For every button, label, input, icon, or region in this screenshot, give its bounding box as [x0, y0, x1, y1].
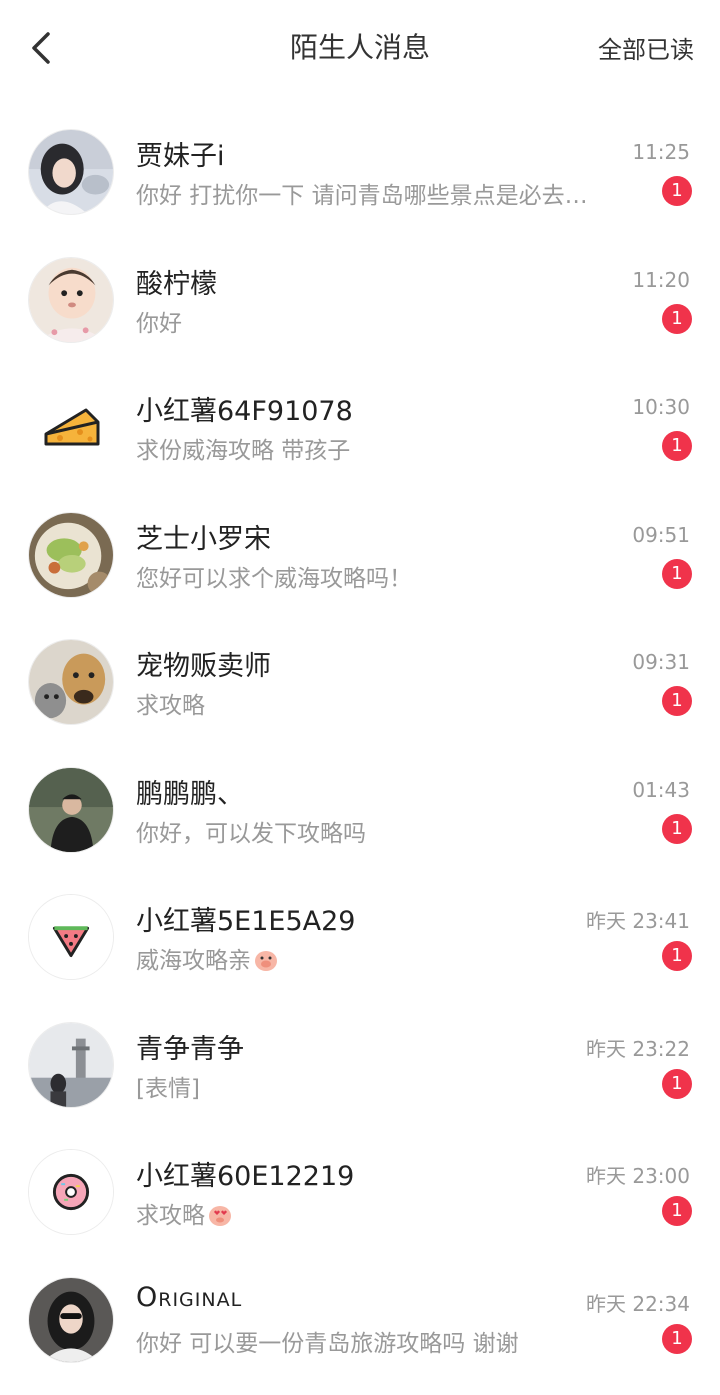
avatar[interactable] [28, 1149, 114, 1235]
message-preview: 你好 [136, 310, 182, 337]
message-row[interactable]: 小红薯64F91078 求份威海攻略 带孩子 10:30 1 [0, 351, 720, 479]
unread-badge: 1 [662, 686, 692, 716]
message-row[interactable]: 小红薯60E12219 求攻略 昨天 23:00 1 [0, 1116, 720, 1244]
top-nav-bar: 陌生人消息 全部已读 [0, 0, 720, 96]
message-time: 01:43 [632, 777, 690, 802]
pig-face-emoji-icon [255, 951, 277, 971]
message-time: 10:30 [632, 395, 690, 419]
message-preview: 您好可以求个威海攻略吗！ [136, 565, 412, 592]
message-preview: 你好 可以要一份青岛旅游攻略吗 谢谢 [136, 1330, 519, 1357]
unread-badge: 1 [662, 1068, 692, 1099]
sender-name: 小红薯60E12219 [136, 1161, 355, 1192]
avatar[interactable] [28, 1276, 114, 1363]
message-preview: [表情] [136, 1075, 200, 1102]
unread-badge: 1 [662, 1196, 692, 1226]
message-time: 09:31 [632, 650, 690, 674]
message-time: 昨天 23:00 [586, 1164, 690, 1188]
unread-badge: 1 [662, 431, 692, 461]
sender-name: 鹏鹏鹏、 [136, 778, 244, 810]
sender-name: 青争青争 [136, 1033, 244, 1065]
sender-name: 芝士小罗宋 [136, 523, 271, 555]
unread-badge: 1 [662, 813, 692, 844]
avatar[interactable] [28, 639, 114, 725]
message-preview-text: 求攻略 [136, 1203, 205, 1229]
message-preview: 你好 打扰你一下 请问青岛哪些景点是必去… [136, 183, 588, 209]
message-row[interactable]: 酸柠檬 你好 11:20 1 [0, 224, 720, 352]
message-row[interactable]: 芝士小罗宋 您好可以求个威海攻略吗！ 09:51 1 [0, 479, 720, 607]
message-row[interactable]: 小红薯5E1E5A29 威海攻略亲 昨天 23:41 1 [0, 861, 720, 989]
unread-badge: 1 [662, 941, 692, 971]
message-time: 09:51 [632, 522, 690, 547]
avatar[interactable] [28, 511, 114, 598]
sender-name: 贾妹子i [136, 141, 225, 172]
message-row[interactable]: 青争青争 [表情] 昨天 23:22 1 [0, 989, 720, 1117]
message-time: 昨天 23:41 [586, 909, 690, 933]
mark-all-read-button[interactable]: 全部已读 [598, 30, 694, 65]
message-preview-text: 威海攻略亲 [136, 948, 251, 974]
message-time: 11:25 [632, 140, 690, 164]
message-time: 昨天 23:22 [586, 1036, 690, 1061]
sender-name: 小红薯64F91078 [136, 396, 353, 427]
message-row[interactable]: Original 你好 可以要一份青岛旅游攻略吗 谢谢 昨天 22:34 1 [0, 1244, 720, 1372]
heart-eyes-emoji-icon [209, 1206, 231, 1226]
avatar[interactable] [28, 894, 114, 980]
sender-name: 小红薯5E1E5A29 [136, 906, 356, 937]
message-row[interactable]: 贾妹子i 你好 打扰你一下 请问青岛哪些景点是必去… 11:25 1 [0, 96, 720, 224]
unread-badge: 1 [662, 303, 692, 334]
unread-badge: 1 [662, 1323, 692, 1354]
avatar[interactable] [28, 129, 114, 215]
message-preview: 威海攻略亲 [136, 941, 279, 975]
message-time: 11:20 [632, 267, 690, 292]
message-preview: 求攻略 [136, 1196, 233, 1230]
avatar[interactable] [28, 384, 114, 470]
unread-badge: 1 [662, 558, 692, 589]
message-preview: 你好，可以发下攻略吗 [136, 820, 366, 847]
avatar[interactable] [28, 256, 114, 343]
message-time: 昨天 22:34 [586, 1291, 690, 1316]
sender-name: 酸柠檬 [136, 268, 217, 300]
message-row[interactable]: 宠物贩卖师 求攻略 09:31 1 [0, 606, 720, 734]
unread-badge: 1 [662, 176, 692, 206]
message-preview: 求份威海攻略 带孩子 [136, 438, 351, 464]
message-preview: 求攻略 [136, 693, 205, 719]
sender-name: Original [136, 1281, 243, 1313]
back-arrow-icon[interactable] [24, 24, 64, 72]
sender-name: 宠物贩卖师 [136, 651, 271, 682]
avatar[interactable] [28, 766, 114, 853]
avatar[interactable] [28, 1021, 114, 1108]
stranger-message-list: 贾妹子i 你好 打扰你一下 请问青岛哪些景点是必去… 11:25 1 酸柠檬 你… [0, 96, 720, 1371]
message-row[interactable]: 鹏鹏鹏、 你好，可以发下攻略吗 01:43 1 [0, 734, 720, 862]
